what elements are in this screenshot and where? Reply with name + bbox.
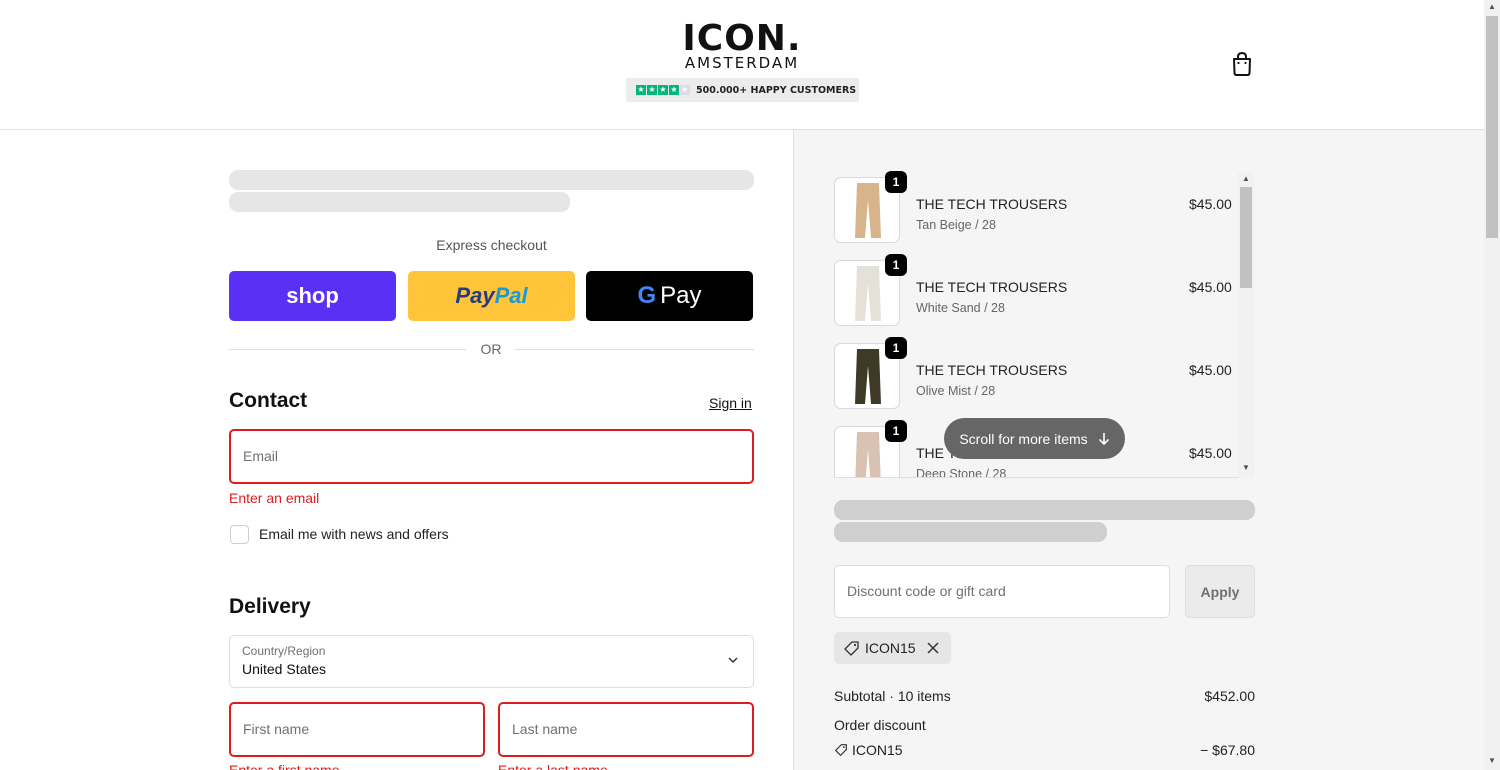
logo[interactable]: ICON. AMSTERDAM <box>680 18 804 72</box>
loading-placeholder <box>834 500 1255 520</box>
apply-label: Apply <box>1200 583 1240 600</box>
star-empty-icon: ★ <box>680 85 690 95</box>
item-variant: Tan Beige / 28 <box>916 218 996 232</box>
email-error: Enter an email <box>229 490 320 506</box>
cart-item: 1 THE TECH TROUSERS Tan Beige / 28 $45.0… <box>834 171 1239 247</box>
chevron-down-icon <box>728 657 738 664</box>
paypal-label-pay: Pay <box>455 283 495 308</box>
paypal-button[interactable]: Pay Pal <box>408 271 575 321</box>
first-name-placeholder: First name <box>243 721 310 737</box>
subtotal-label: Subtotal · 10 items <box>834 688 951 704</box>
scroll-more-items-button[interactable]: Scroll for more items <box>944 418 1125 459</box>
discount-placeholder: Discount code or gift card <box>847 583 1006 599</box>
remove-discount-icon[interactable] <box>927 642 939 654</box>
cart-item: 1 THE TECH TROUSERS Olive Mist / 28 $45.… <box>834 337 1239 413</box>
page-scroll-down-icon[interactable]: ▼ <box>1486 756 1498 765</box>
scroll-up-arrow-icon[interactable]: ▲ <box>1241 174 1251 183</box>
google-pay-label: Pay <box>660 282 702 309</box>
divider <box>515 349 754 350</box>
shop-pay-button[interactable]: shop <box>229 271 396 321</box>
logo-main-text: ICON. <box>682 18 802 59</box>
first-name-error: Enter a first name <box>229 762 340 770</box>
cart-item: 1 THE TECH TROUSERS White Sand / 28 $45.… <box>834 254 1239 330</box>
tag-icon <box>844 640 859 656</box>
rating-text: 500.000+ HAPPY CUSTOMERS <box>696 84 857 96</box>
item-title: THE TECH TROUSERS <box>916 362 1068 378</box>
loading-placeholder <box>834 522 1107 542</box>
item-price: $45.00 <box>1189 362 1232 378</box>
loading-placeholder <box>229 192 570 212</box>
tag-icon <box>835 744 847 756</box>
trust-rating-badge: ★ ★ ★ ★ ★ 500.000+ HAPPY CUSTOMERS <box>626 78 859 102</box>
news-offers-checkbox[interactable] <box>230 525 249 544</box>
divider <box>229 349 466 350</box>
cart-list-scrollbar-thumb[interactable] <box>1240 187 1252 288</box>
item-variant: Olive Mist / 28 <box>916 384 996 398</box>
discount-code-row: ICON15 − $67.80 <box>834 742 1255 758</box>
page-scrollbar-thumb[interactable] <box>1486 16 1498 238</box>
discount-value: − $67.80 <box>1200 742 1255 758</box>
delivery-heading: Delivery <box>229 595 311 618</box>
discount-code-label: ICON15 <box>852 742 903 758</box>
quantity-badge: 1 <box>885 171 907 193</box>
star-icon: ★ <box>636 85 646 95</box>
express-checkout-label: Express checkout <box>436 237 547 253</box>
site-header: ICON. AMSTERDAM ★ ★ ★ ★ ★ 500.000+ HAPPY… <box>0 0 1484 130</box>
subtotal-value: $452.00 <box>1204 688 1255 704</box>
country-select[interactable]: Country/Region United States <box>229 635 754 688</box>
scroll-down-arrow-icon[interactable]: ▼ <box>1241 463 1251 472</box>
google-pay-button[interactable]: G Pay <box>586 271 753 321</box>
star-icon: ★ <box>658 85 668 95</box>
google-g-icon: G <box>637 282 657 309</box>
country-value: United States <box>242 661 327 677</box>
applied-discount-tag: ICON15 <box>834 632 951 664</box>
item-title: THE TECH TROUSERS <box>916 196 1068 212</box>
item-title: THE TECH TROUSERS <box>916 279 1068 295</box>
shop-pay-label: shop <box>286 283 339 308</box>
item-variant: Deep Stone / 28 <box>916 467 1007 477</box>
item-variant: White Sand / 28 <box>916 301 1005 315</box>
page-scroll-up-icon[interactable]: ▲ <box>1486 2 1498 11</box>
email-placeholder: Email <box>243 448 279 464</box>
contact-heading: Contact <box>229 389 308 412</box>
last-name-error: Enter a last name <box>498 762 608 770</box>
email-field[interactable]: Email <box>229 429 754 484</box>
last-name-field[interactable]: Last name <box>498 702 754 757</box>
arrow-down-icon <box>1098 432 1109 445</box>
divider <box>834 477 1239 478</box>
quantity-badge: 1 <box>885 420 907 442</box>
last-name-placeholder: Last name <box>512 721 578 737</box>
subtotal-row: Subtotal · 10 items $452.00 <box>834 688 1255 704</box>
or-divider-label: OR <box>480 341 502 357</box>
item-price: $45.00 <box>1189 196 1232 212</box>
rating-stars: ★ ★ ★ ★ ★ <box>636 85 690 95</box>
first-name-field[interactable]: First name <box>229 702 485 757</box>
apply-discount-button[interactable]: Apply <box>1185 565 1255 618</box>
logo-sub-text: AMSTERDAM <box>684 54 800 72</box>
item-price: $45.00 <box>1189 279 1232 295</box>
scroll-more-label: Scroll for more items <box>959 430 1088 447</box>
country-label: Country/Region <box>242 644 326 658</box>
star-icon: ★ <box>647 85 657 95</box>
order-discount-label: Order discount <box>834 717 926 733</box>
news-offers-label[interactable]: Email me with news and offers <box>259 526 449 542</box>
order-discount-row: Order discount <box>834 717 1255 733</box>
item-price: $45.00 <box>1189 445 1232 461</box>
quantity-badge: 1 <box>885 337 907 359</box>
loading-placeholder <box>229 170 754 190</box>
discount-code-input[interactable]: Discount code or gift card <box>834 565 1170 618</box>
shopping-bag-icon[interactable] <box>1229 50 1255 78</box>
paypal-label-pal: Pal <box>494 283 528 308</box>
sign-in-link[interactable]: Sign in <box>709 395 752 411</box>
applied-code-label: ICON15 <box>865 640 916 656</box>
star-icon: ★ <box>669 85 679 95</box>
quantity-badge: 1 <box>885 254 907 276</box>
